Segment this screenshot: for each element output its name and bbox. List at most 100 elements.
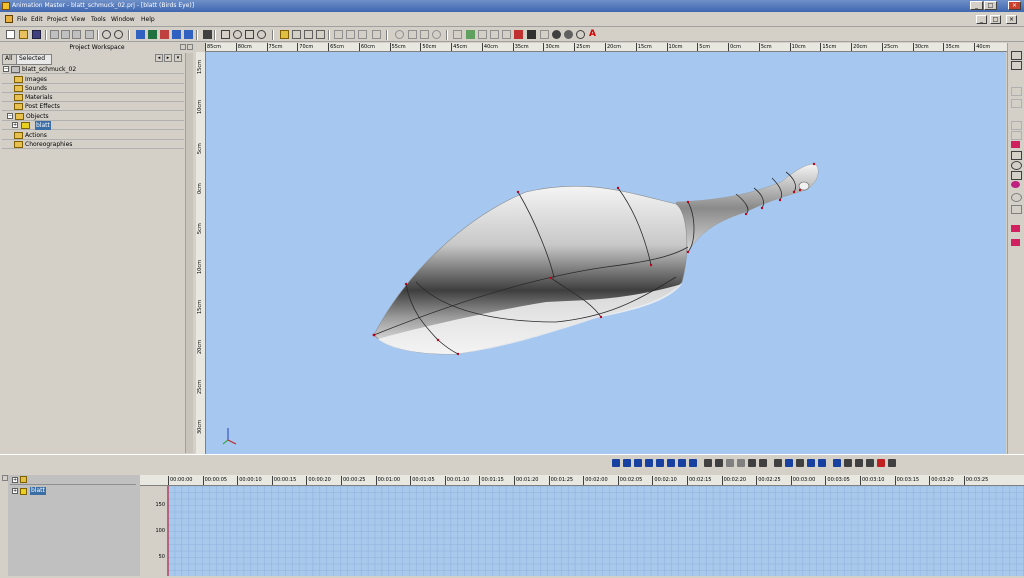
timeline-ruler[interactable]: 00:00:00 00:00:05 00:00:10 00:00:15 00:00:20… [140,475,1024,486]
add-point-icon[interactable] [1011,87,1022,96]
open-icon[interactable] [19,30,28,39]
lock-icon[interactable] [280,30,289,39]
modeling-viewport[interactable] [206,52,1006,454]
hide-icon[interactable] [292,30,301,39]
rotate-icon[interactable] [395,30,404,39]
copy-icon[interactable] [61,30,70,39]
workspace-minimize-icon[interactable] [180,44,186,50]
scale-icon[interactable] [408,30,417,39]
dropdown-icon[interactable]: ▾ [174,54,182,62]
track-label[interactable]: blatt [30,487,46,495]
knife-icon[interactable] [478,30,487,39]
pan-icon[interactable] [1011,171,1022,180]
rotate-mode-icon[interactable] [774,459,782,467]
new-icon[interactable] [6,30,15,39]
menu-window[interactable]: Window [111,16,135,23]
extrude-icon[interactable] [316,30,325,39]
expand-icon[interactable]: + [12,477,18,483]
menu-tools[interactable]: Tools [91,16,106,23]
undo-icon[interactable] [102,30,111,39]
magnet-icon[interactable] [1011,151,1022,160]
x-axis-icon[interactable] [1011,99,1022,108]
move-view-icon[interactable] [221,30,230,39]
menu-edit[interactable]: Edit [31,16,43,23]
dope-icon[interactable] [866,459,874,467]
tree-item-blatt[interactable]: + blatt [2,121,184,130]
chor-icon[interactable] [818,459,826,467]
scroll-left-icon[interactable]: ◂ [155,54,163,62]
ease-icon[interactable] [855,459,863,467]
lathe-icon[interactable] [304,30,313,39]
mdi-restore-button[interactable]: □ [990,15,1001,24]
turn-icon[interactable] [257,30,266,39]
copy-flip-icon[interactable] [1011,121,1022,130]
new-action-icon[interactable] [148,30,157,39]
wireframe-icon[interactable] [564,30,573,39]
redo-icon[interactable] [114,30,123,39]
group-icon[interactable] [334,30,343,39]
text-tool-icon[interactable]: A [589,30,598,39]
loop-icon[interactable] [704,459,712,467]
help-icon[interactable] [888,459,896,467]
new-chor-icon[interactable] [172,30,181,39]
menu-view[interactable]: View [71,16,85,23]
prev-key-icon[interactable] [623,459,631,467]
menu-file[interactable]: File [17,16,27,23]
tree-item-sounds[interactable]: Sounds [2,84,184,93]
tab-selected[interactable]: Selected [16,54,52,65]
tree-item-actions[interactable]: Actions [2,131,184,140]
key-icon[interactable] [726,459,734,467]
last-frame-icon[interactable] [689,459,697,467]
close-button[interactable]: × [1008,1,1021,10]
mdi-minimize-button[interactable]: _ [976,15,987,24]
group-select-icon[interactable] [1011,61,1022,70]
expand-icon[interactable]: + [12,122,18,128]
workspace-close-icon[interactable] [187,44,193,50]
shading-icon[interactable] [785,459,793,467]
tree-item-post-effects[interactable]: Post Effects [2,102,184,111]
first-frame-icon[interactable] [612,459,620,467]
next-frame-icon[interactable] [667,459,675,467]
orbit-icon[interactable] [1011,161,1022,170]
collapse-icon[interactable]: − [3,66,9,72]
prev-frame-icon[interactable] [634,459,642,467]
mdi-close-button[interactable]: × [1006,15,1017,24]
peak-icon[interactable] [372,30,381,39]
tree-item-objects[interactable]: − Objects [2,112,184,121]
maximize-button[interactable]: □ [984,1,997,10]
keyframe-filter-icon[interactable] [20,476,27,483]
timeline-graph[interactable] [167,485,1024,576]
weld-icon[interactable] [502,30,511,39]
muscle-icon[interactable] [1011,193,1022,202]
document-icon[interactable] [5,15,13,23]
fit-icon[interactable] [245,30,254,39]
scroll-right-icon[interactable]: ▸ [164,54,172,62]
cut-icon[interactable] [50,30,59,39]
new-light-icon[interactable] [184,30,193,39]
paint-icon[interactable] [1011,181,1020,188]
muscle-mode-icon[interactable] [748,459,756,467]
shaded-wire-icon[interactable] [576,30,585,39]
tree-item-images[interactable]: Images [2,75,184,84]
menu-help[interactable]: Help [141,16,155,23]
tree-item-materials[interactable]: Materials [2,93,184,102]
new-material-icon[interactable] [160,30,169,39]
detach-icon[interactable] [514,30,523,39]
bone-mode-icon[interactable] [737,459,745,467]
lathe-tool-icon[interactable] [1011,131,1022,140]
workspace-scrollbar[interactable] [185,53,193,453]
stop-icon[interactable] [877,459,885,467]
skeletal-icon[interactable] [759,459,767,467]
save-icon[interactable] [32,30,41,39]
spline-icon[interactable] [453,30,462,39]
add-mode-icon[interactable] [466,30,475,39]
cp-icon[interactable] [432,30,441,39]
expand-icon[interactable]: + [12,488,18,494]
mirror-icon[interactable] [358,30,367,39]
collapse-icon[interactable]: − [7,113,13,119]
translate-icon[interactable] [420,30,429,39]
patch-icon[interactable] [540,30,549,39]
play-back-icon[interactable] [645,459,653,467]
next-key-icon[interactable] [678,459,686,467]
new-model-icon[interactable] [136,30,145,39]
